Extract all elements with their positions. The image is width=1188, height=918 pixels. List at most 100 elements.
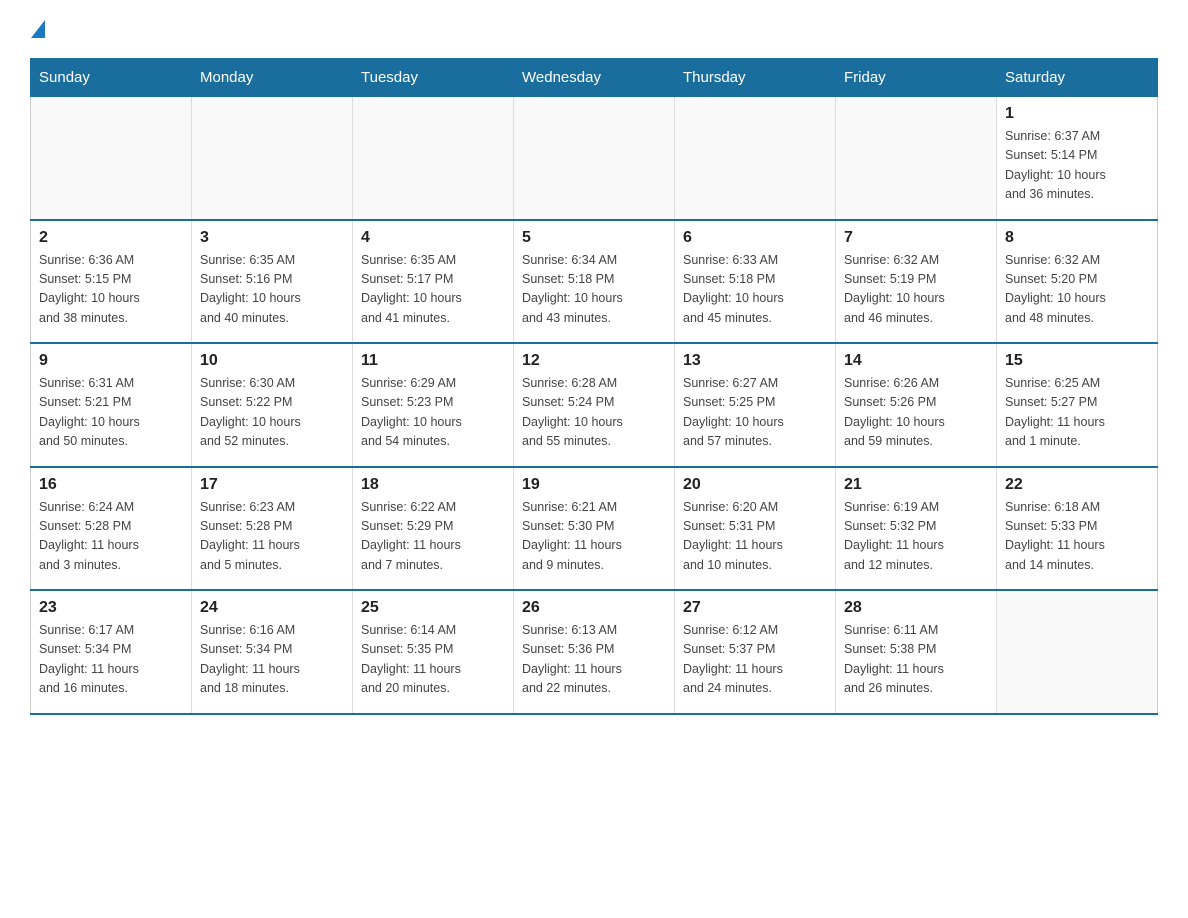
day-number: 3 <box>200 229 344 247</box>
day-of-week-sunday: Sunday <box>31 59 192 97</box>
day-number: 14 <box>844 352 988 370</box>
calendar-cell: 12 Sunrise: 6:28 AM Sunset: 5:24 PM Dayli… <box>514 343 675 467</box>
day-info: Sunrise: 6:32 AM Sunset: 5:20 PM Dayligh… <box>1005 251 1149 329</box>
day-number: 10 <box>200 352 344 370</box>
week-row-4: 16 Sunrise: 6:24 AM Sunset: 5:28 PM Dayli… <box>31 467 1158 591</box>
calendar-cell <box>514 97 675 220</box>
day-info: Sunrise: 6:20 AM Sunset: 5:31 PM Dayligh… <box>683 498 827 576</box>
week-row-1: 1 Sunrise: 6:37 AM Sunset: 5:14 PM Daylig… <box>31 97 1158 220</box>
calendar-cell: 14 Sunrise: 6:26 AM Sunset: 5:26 PM Dayli… <box>836 343 997 467</box>
calendar-cell: 11 Sunrise: 6:29 AM Sunset: 5:23 PM Dayli… <box>353 343 514 467</box>
day-of-week-wednesday: Wednesday <box>514 59 675 97</box>
day-info: Sunrise: 6:35 AM Sunset: 5:16 PM Dayligh… <box>200 251 344 329</box>
day-number: 13 <box>683 352 827 370</box>
day-info: Sunrise: 6:35 AM Sunset: 5:17 PM Dayligh… <box>361 251 505 329</box>
day-number: 22 <box>1005 476 1149 494</box>
day-of-week-monday: Monday <box>192 59 353 97</box>
day-info: Sunrise: 6:22 AM Sunset: 5:29 PM Dayligh… <box>361 498 505 576</box>
calendar-cell <box>192 97 353 220</box>
calendar-cell: 26Sunrise: 6:13 AM Sunset: 5:36 PM Dayli… <box>514 590 675 714</box>
calendar-cell: 25 Sunrise: 6:14 AM Sunset: 5:35 PM Dayli… <box>353 590 514 714</box>
day-number: 25 <box>361 599 505 617</box>
day-info: Sunrise: 6:30 AM Sunset: 5:22 PM Dayligh… <box>200 374 344 452</box>
day-number: 4 <box>361 229 505 247</box>
day-info: Sunrise: 6:32 AM Sunset: 5:19 PM Dayligh… <box>844 251 988 329</box>
day-info: Sunrise: 6:31 AM Sunset: 5:21 PM Dayligh… <box>39 374 183 452</box>
logo-triangle-icon <box>31 20 45 38</box>
day-info: Sunrise: 6:23 AM Sunset: 5:28 PM Dayligh… <box>200 498 344 576</box>
week-row-3: 9 Sunrise: 6:31 AM Sunset: 5:21 PM Daylig… <box>31 343 1158 467</box>
day-info: Sunrise: 6:13 AM Sunset: 5:36 PM Dayligh… <box>522 621 666 699</box>
calendar-cell: 2Sunrise: 6:36 AM Sunset: 5:15 PM Daylig… <box>31 220 192 344</box>
calendar-cell: 8 Sunrise: 6:32 AM Sunset: 5:20 PM Daylig… <box>997 220 1158 344</box>
calendar-cell <box>31 97 192 220</box>
day-info: Sunrise: 6:37 AM Sunset: 5:14 PM Dayligh… <box>1005 127 1149 205</box>
day-number: 2 <box>39 229 183 247</box>
calendar-cell: 27 Sunrise: 6:12 AM Sunset: 5:37 PM Dayli… <box>675 590 836 714</box>
day-info: Sunrise: 6:29 AM Sunset: 5:23 PM Dayligh… <box>361 374 505 452</box>
calendar-cell: 10 Sunrise: 6:30 AM Sunset: 5:22 PM Dayli… <box>192 343 353 467</box>
calendar-body: 1 Sunrise: 6:37 AM Sunset: 5:14 PM Daylig… <box>31 97 1158 714</box>
day-info: Sunrise: 6:12 AM Sunset: 5:37 PM Dayligh… <box>683 621 827 699</box>
day-info: Sunrise: 6:11 AM Sunset: 5:38 PM Dayligh… <box>844 621 988 699</box>
calendar-cell: 4 Sunrise: 6:35 AM Sunset: 5:17 PM Daylig… <box>353 220 514 344</box>
calendar-cell: 6Sunrise: 6:33 AM Sunset: 5:18 PM Daylig… <box>675 220 836 344</box>
day-info: Sunrise: 6:24 AM Sunset: 5:28 PM Dayligh… <box>39 498 183 576</box>
day-number: 8 <box>1005 229 1149 247</box>
day-number: 1 <box>1005 105 1149 123</box>
day-info: Sunrise: 6:17 AM Sunset: 5:34 PM Dayligh… <box>39 621 183 699</box>
calendar-cell: 5Sunrise: 6:34 AM Sunset: 5:18 PM Daylig… <box>514 220 675 344</box>
day-of-week-thursday: Thursday <box>675 59 836 97</box>
calendar-cell: 17 Sunrise: 6:23 AM Sunset: 5:28 PM Dayli… <box>192 467 353 591</box>
calendar-cell: 16 Sunrise: 6:24 AM Sunset: 5:28 PM Dayli… <box>31 467 192 591</box>
day-info: Sunrise: 6:26 AM Sunset: 5:26 PM Dayligh… <box>844 374 988 452</box>
day-info: Sunrise: 6:28 AM Sunset: 5:24 PM Dayligh… <box>522 374 666 452</box>
day-number: 15 <box>1005 352 1149 370</box>
day-number: 23 <box>39 599 183 617</box>
day-number: 9 <box>39 352 183 370</box>
day-info: Sunrise: 6:14 AM Sunset: 5:35 PM Dayligh… <box>361 621 505 699</box>
logo <box>30 20 45 38</box>
calendar-cell <box>353 97 514 220</box>
day-number: 27 <box>683 599 827 617</box>
day-number: 18 <box>361 476 505 494</box>
day-info: Sunrise: 6:27 AM Sunset: 5:25 PM Dayligh… <box>683 374 827 452</box>
day-number: 19 <box>522 476 666 494</box>
calendar-cell: 23 Sunrise: 6:17 AM Sunset: 5:34 PM Dayli… <box>31 590 192 714</box>
calendar-cell: 28 Sunrise: 6:11 AM Sunset: 5:38 PM Dayli… <box>836 590 997 714</box>
days-of-week-row: SundayMondayTuesdayWednesdayThursdayFrid… <box>31 59 1158 97</box>
calendar-cell: 19 Sunrise: 6:21 AM Sunset: 5:30 PM Dayli… <box>514 467 675 591</box>
calendar-cell: 21 Sunrise: 6:19 AM Sunset: 5:32 PM Dayli… <box>836 467 997 591</box>
day-number: 24 <box>200 599 344 617</box>
day-info: Sunrise: 6:25 AM Sunset: 5:27 PM Dayligh… <box>1005 374 1149 452</box>
day-info: Sunrise: 6:33 AM Sunset: 5:18 PM Dayligh… <box>683 251 827 329</box>
day-info: Sunrise: 6:19 AM Sunset: 5:32 PM Dayligh… <box>844 498 988 576</box>
calendar-cell: 24Sunrise: 6:16 AM Sunset: 5:34 PM Dayli… <box>192 590 353 714</box>
day-info: Sunrise: 6:18 AM Sunset: 5:33 PM Dayligh… <box>1005 498 1149 576</box>
day-number: 17 <box>200 476 344 494</box>
calendar-table: SundayMondayTuesdayWednesdayThursdayFrid… <box>30 58 1158 715</box>
calendar-cell: 22 Sunrise: 6:18 AM Sunset: 5:33 PM Dayli… <box>997 467 1158 591</box>
calendar-cell <box>836 97 997 220</box>
week-row-2: 2Sunrise: 6:36 AM Sunset: 5:15 PM Daylig… <box>31 220 1158 344</box>
calendar-cell: 3 Sunrise: 6:35 AM Sunset: 5:16 PM Daylig… <box>192 220 353 344</box>
calendar-cell: 15 Sunrise: 6:25 AM Sunset: 5:27 PM Dayli… <box>997 343 1158 467</box>
day-number: 16 <box>39 476 183 494</box>
day-number: 21 <box>844 476 988 494</box>
day-info: Sunrise: 6:21 AM Sunset: 5:30 PM Dayligh… <box>522 498 666 576</box>
page-header <box>30 20 1158 38</box>
calendar-cell: 7 Sunrise: 6:32 AM Sunset: 5:19 PM Daylig… <box>836 220 997 344</box>
day-number: 28 <box>844 599 988 617</box>
day-number: 11 <box>361 352 505 370</box>
day-of-week-friday: Friday <box>836 59 997 97</box>
day-of-week-tuesday: Tuesday <box>353 59 514 97</box>
day-info: Sunrise: 6:34 AM Sunset: 5:18 PM Dayligh… <box>522 251 666 329</box>
day-number: 12 <box>522 352 666 370</box>
day-number: 20 <box>683 476 827 494</box>
calendar-cell: 1 Sunrise: 6:37 AM Sunset: 5:14 PM Daylig… <box>997 97 1158 220</box>
calendar-cell: 13 Sunrise: 6:27 AM Sunset: 5:25 PM Dayli… <box>675 343 836 467</box>
week-row-5: 23 Sunrise: 6:17 AM Sunset: 5:34 PM Dayli… <box>31 590 1158 714</box>
day-number: 7 <box>844 229 988 247</box>
calendar-cell: 18 Sunrise: 6:22 AM Sunset: 5:29 PM Dayli… <box>353 467 514 591</box>
calendar-cell <box>675 97 836 220</box>
